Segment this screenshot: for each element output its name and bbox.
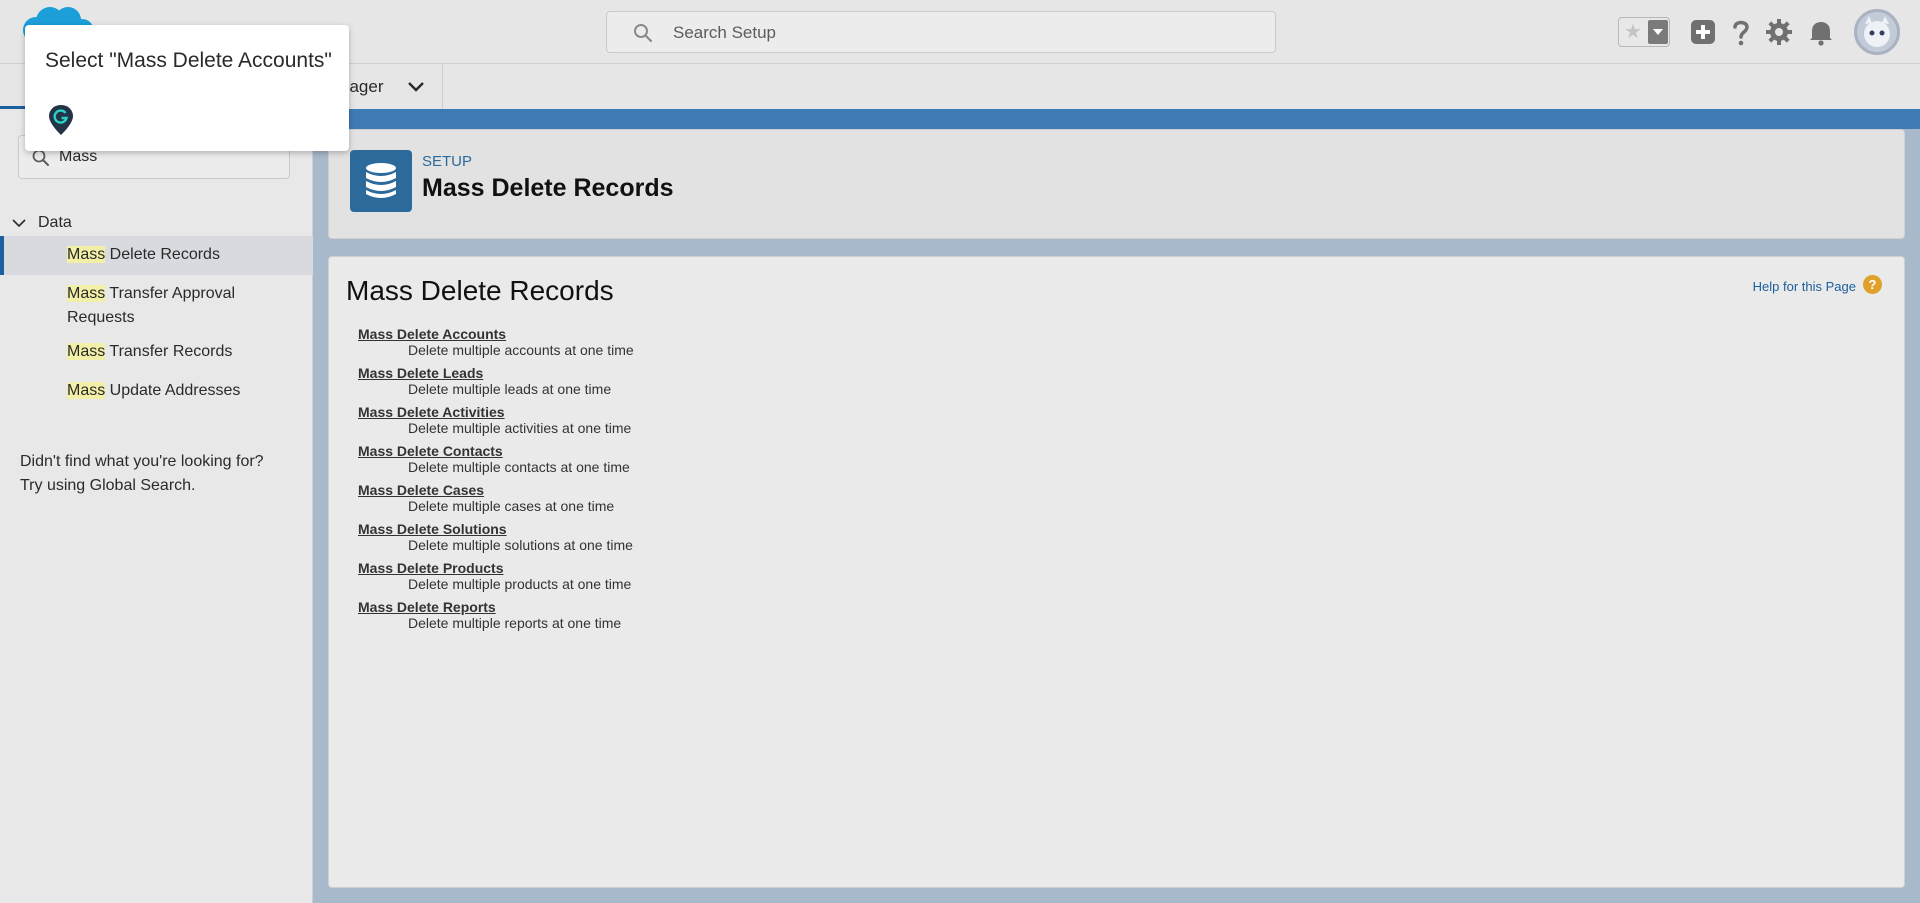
avatar-astro-icon	[1864, 16, 1890, 47]
list-item-description: Delete multiple reports at one time	[408, 615, 622, 631]
list-item: Mass Delete Contacts Delete multiple con…	[358, 443, 958, 482]
search-icon	[634, 24, 653, 43]
list-item: Mass Delete Leads Delete multiple leads …	[358, 365, 958, 404]
bell-icon[interactable]	[1806, 17, 1836, 47]
mass-delete-products-link[interactable]: Mass Delete Products	[358, 560, 504, 576]
search-match: Mass	[67, 285, 106, 302]
search-match: Mass	[67, 343, 106, 360]
help-icon[interactable]: ?	[1863, 275, 1882, 294]
page-header: SETUP Mass Delete Records	[328, 129, 1905, 239]
page-header-eyebrow: SETUP	[422, 153, 473, 170]
mass-delete-activities-link[interactable]: Mass Delete Activities	[358, 404, 505, 420]
sidebar-item-label: Delete Records	[105, 246, 220, 263]
search-match: Mass	[67, 382, 106, 399]
sidebar-item-mass-delete-records[interactable]: Mass Delete Records	[0, 236, 313, 275]
list-item-description: Delete multiple accounts at one time	[408, 342, 634, 358]
sidebar-item-mass-transfer-approval-requests[interactable]: Mass Transfer Approval Requests	[0, 275, 313, 333]
mass-delete-reports-link[interactable]: Mass Delete Reports	[358, 599, 496, 615]
chevron-down-icon[interactable]	[10, 214, 28, 232]
tree-node-label: Data	[38, 214, 72, 231]
content-title: Mass Delete Records	[346, 275, 614, 306]
sidebar-item-mass-transfer-records[interactable]: Mass Transfer Records	[0, 333, 313, 372]
not-found-message: Didn't find what you're looking for? Try…	[20, 450, 310, 498]
list-item: Mass Delete Cases Delete multiple cases …	[358, 482, 958, 521]
list-item-description: Delete multiple solutions at one time	[408, 537, 633, 553]
question-icon[interactable]	[1726, 17, 1756, 47]
list-item-description: Delete multiple contacts at one time	[408, 459, 630, 475]
plus-icon[interactable]	[1688, 17, 1718, 47]
mass-delete-solutions-link[interactable]: Mass Delete Solutions	[358, 521, 507, 537]
gear-icon[interactable]	[1764, 17, 1794, 47]
database-icon	[350, 150, 412, 212]
guidance-title: Select "Mass Delete Accounts"	[45, 49, 332, 72]
mass-delete-leads-link[interactable]: Mass Delete Leads	[358, 365, 483, 381]
sidebar-item-label: Update Addresses	[105, 382, 241, 399]
star-icon[interactable]: ★	[1619, 18, 1647, 46]
setup-sidebar: Mass Data Mass Delete Records Mass Trans…	[0, 109, 313, 903]
favorites-group: ★	[1618, 17, 1670, 47]
list-item: Mass Delete Products Delete multiple pro…	[358, 560, 958, 599]
list-item-description: Delete multiple products at one time	[408, 576, 632, 592]
search-placeholder: Search Setup	[673, 23, 777, 42]
guidance-tooltip: Select "Mass Delete Accounts"	[25, 25, 349, 151]
mass-delete-cases-link[interactable]: Mass Delete Cases	[358, 482, 484, 498]
sidebar-item-mass-update-addresses[interactable]: Mass Update Addresses	[0, 372, 313, 411]
mass-delete-accounts-link[interactable]: Mass Delete Accounts	[358, 326, 506, 342]
guide-pin-icon[interactable]	[47, 103, 75, 137]
search-icon	[32, 149, 49, 166]
content-panel: Mass Delete Records Help for this Page ?…	[328, 256, 1905, 888]
favorites-dropdown-button[interactable]	[1648, 20, 1668, 44]
page-title: Mass Delete Records	[422, 174, 674, 202]
list-item: Mass Delete Accounts Delete multiple acc…	[358, 326, 958, 365]
list-item: Mass Delete Reports Delete multiple repo…	[358, 599, 958, 638]
tab-divider	[442, 64, 443, 109]
not-found-line-2: Try using Global Search.	[20, 477, 196, 494]
chevron-down-icon[interactable]	[405, 76, 427, 98]
list-item-description: Delete multiple leads at one time	[408, 381, 612, 397]
search-match: Mass	[67, 246, 106, 263]
mass-delete-contacts-link[interactable]: Mass Delete Contacts	[358, 443, 503, 459]
not-found-line-1: Didn't find what you're looking for?	[20, 453, 264, 470]
help-for-page-link[interactable]: Help for this Page	[1753, 279, 1856, 294]
list-item: Mass Delete Activities Delete multiple a…	[358, 404, 958, 443]
sidebar-item-label: Transfer Records	[105, 343, 233, 360]
mass-delete-list: Mass Delete Accounts Delete multiple acc…	[358, 326, 958, 638]
list-item: Mass Delete Solutions Delete multiple so…	[358, 521, 958, 560]
setup-search-input[interactable]: Search Setup	[606, 11, 1276, 53]
list-item-description: Delete multiple activities at one time	[408, 420, 632, 436]
list-item-description: Delete multiple cases at one time	[408, 498, 615, 514]
user-avatar[interactable]	[1854, 9, 1900, 55]
